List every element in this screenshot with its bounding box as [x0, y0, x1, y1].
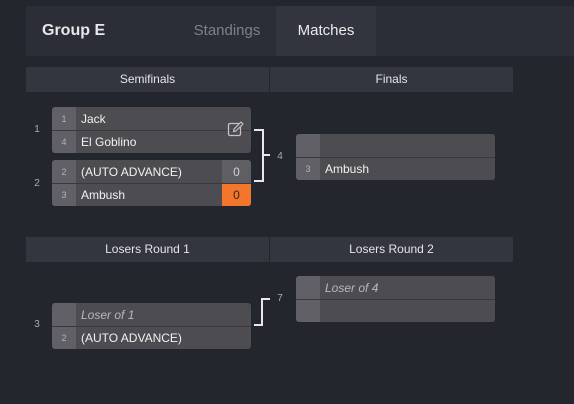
match-number: 4: [277, 151, 283, 162]
match-slot: 4 El Goblino: [52, 130, 251, 153]
match-slot: 1 Jack: [52, 107, 251, 130]
edit-icon[interactable]: [227, 120, 245, 138]
match-card[interactable]: 3 Ambush: [296, 134, 495, 180]
round-header-semifinals: Semifinals: [26, 67, 269, 92]
round-header-losers-round-2: Losers Round 2: [270, 237, 513, 262]
round-header-losers-round-1: Losers Round 1: [26, 237, 269, 262]
player-name: (AUTO ADVANCE): [81, 164, 182, 179]
player-name: (AUTO ADVANCE): [81, 331, 182, 345]
seed-number: 3: [296, 158, 320, 180]
match-card[interactable]: 2 (AUTO ADVANCE) 0 3 Ambush 0: [52, 160, 251, 206]
seed-number: 2: [52, 160, 76, 183]
match-slot: Loser of 4: [296, 276, 495, 299]
match-number: 7: [277, 293, 283, 304]
seed-number: [52, 303, 76, 326]
seed-number: 4: [52, 131, 76, 153]
match-slot: Loser of 1: [52, 303, 251, 326]
score-box: 0: [222, 160, 251, 183]
seed-number: [296, 134, 320, 157]
match-slot: 3 Ambush: [296, 157, 495, 180]
round-header-finals: Finals: [270, 67, 513, 92]
match-slot: 3 Ambush 0: [52, 183, 251, 206]
match-slot: [296, 134, 495, 157]
match-card[interactable]: Loser of 4: [296, 276, 495, 322]
tab-matches[interactable]: Matches: [276, 6, 376, 56]
match-slot: 2 (AUTO ADVANCE) 0: [52, 160, 251, 183]
winner-score-box: 0: [222, 184, 251, 206]
match-card[interactable]: 1 Jack 4 El Goblino: [52, 107, 251, 153]
player-name: Ambush: [81, 188, 126, 202]
seed-number: 1: [52, 107, 76, 130]
match-slot: 2 (AUTO ADVANCE): [52, 326, 251, 349]
match-number: 3: [34, 319, 40, 330]
player-name: El Goblino: [81, 135, 137, 149]
match-number: 2: [34, 178, 40, 189]
player-name: Jack: [81, 111, 106, 126]
match-card[interactable]: Loser of 1 2 (AUTO ADVANCE): [52, 303, 251, 349]
match-slot: [296, 299, 495, 322]
match-number: 1: [34, 124, 40, 135]
seed-number: 3: [52, 184, 76, 206]
tab-standings[interactable]: Standings: [178, 6, 276, 56]
player-name: Ambush: [325, 162, 370, 176]
seed-number: [296, 276, 320, 299]
placeholder-name: Loser of 1: [81, 307, 135, 322]
seed-number: [296, 300, 320, 322]
group-header: Group E Standings Matches: [26, 6, 574, 56]
placeholder-name: Loser of 4: [325, 280, 379, 295]
seed-number: 2: [52, 327, 76, 349]
group-title: Group E: [42, 22, 106, 39]
